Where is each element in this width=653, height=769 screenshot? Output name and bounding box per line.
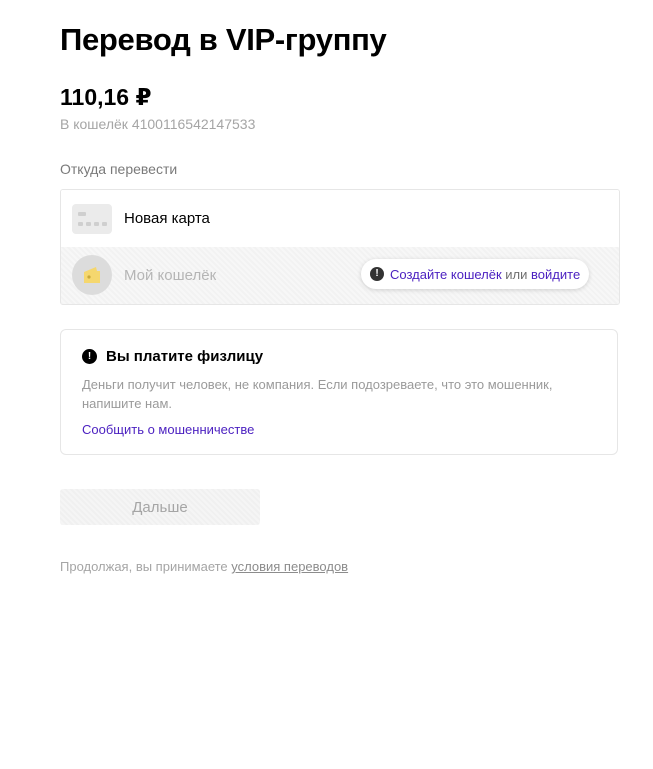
source-option-new-card[interactable]: Новая карта	[61, 190, 619, 247]
source-option-label: Новая карта	[124, 210, 210, 227]
payment-source-list: Новая карта Мой кошелёк ! Создайте кошел…	[60, 189, 620, 305]
hint-or-text: или	[505, 266, 528, 282]
exclamation-circle-icon: !	[370, 267, 384, 281]
wallet-hint: ! Создайте кошелёк или войдите	[361, 259, 589, 289]
fraud-notice: ! Вы платите физлицу Деньги получит чело…	[60, 329, 618, 455]
page-title: Перевод в VIP-группу	[60, 22, 387, 57]
notice-heading: ! Вы платите физлицу	[82, 348, 263, 365]
transfer-amount: 110,16 ₽	[60, 84, 152, 110]
create-wallet-link[interactable]: Создайте кошелёк	[390, 267, 502, 282]
next-button[interactable]: Дальше	[60, 489, 260, 525]
terms-prefix: Продолжая, вы принимаете	[60, 559, 228, 574]
notice-body: Деньги получит человек, не компания. Есл…	[82, 377, 553, 411]
source-label: Откуда перевести	[60, 161, 178, 177]
exclamation-circle-icon: !	[82, 349, 97, 364]
report-fraud-link[interactable]: Сообщить о мошенничестве	[82, 422, 254, 437]
wallet-icon	[72, 255, 112, 295]
card-icon	[72, 204, 112, 234]
notice-title: Вы платите физлицу	[106, 348, 264, 365]
recipient-wallet: В кошелёк 4100116542147533	[60, 116, 256, 132]
login-link[interactable]: войдите	[531, 267, 580, 282]
terms-link[interactable]: условия переводов	[231, 559, 348, 574]
source-option-label: Мой кошелёк	[124, 267, 217, 284]
source-option-my-wallet: Мой кошелёк ! Создайте кошелёк или войди…	[61, 247, 619, 304]
terms-text: Продолжая, вы принимаете условия перевод…	[60, 559, 348, 574]
